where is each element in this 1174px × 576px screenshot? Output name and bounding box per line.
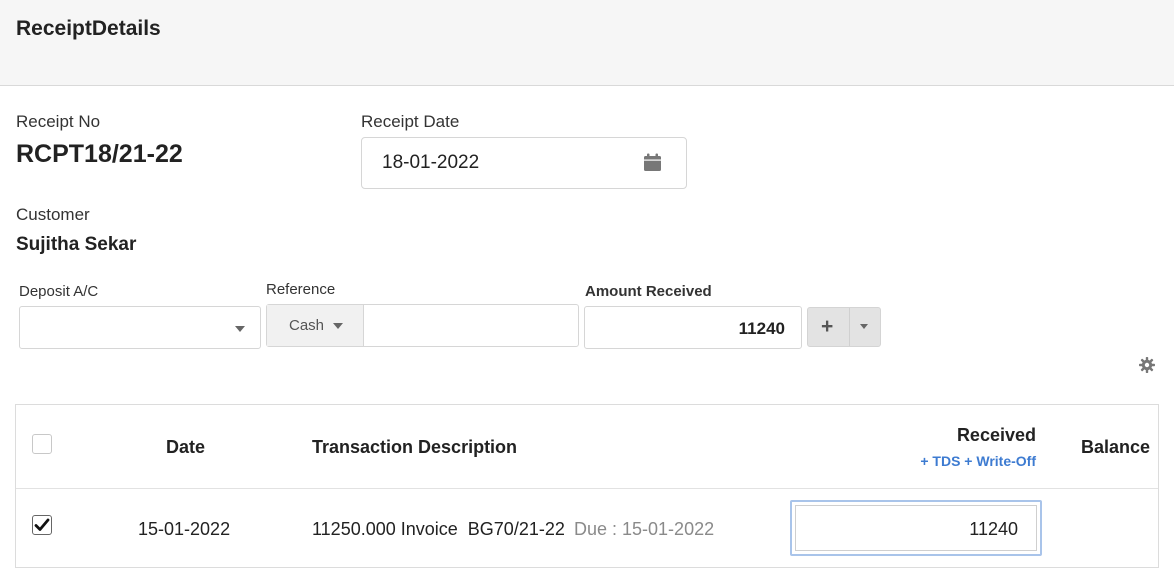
select-all-checkbox[interactable] <box>32 434 52 454</box>
calendar-icon[interactable] <box>643 153 662 172</box>
amount-received-label: Amount Received <box>585 283 712 300</box>
receipt-date-value: 18-01-2022 <box>382 152 480 173</box>
row-received-value: 11240 <box>969 519 1018 539</box>
row-due-date: Due : 15-01-2022 <box>574 519 715 539</box>
receipt-date-field[interactable]: 18-01-2022 <box>361 137 687 189</box>
add-button[interactable]: + <box>808 308 850 346</box>
header-date: Date <box>166 437 206 457</box>
header-received: Received <box>956 425 1036 445</box>
reference-label: Reference <box>266 281 336 298</box>
page-header: ReceiptDetails <box>0 0 1174 86</box>
row-checkbox[interactable] <box>32 515 52 535</box>
add-dropdown-button[interactable] <box>850 308 880 346</box>
gear-icon[interactable] <box>1139 357 1155 373</box>
transactions-table: Date Transaction Description Received + … <box>15 404 1159 568</box>
reference-group: Cash <box>266 304 579 347</box>
receipt-no-label: Receipt No <box>16 112 101 131</box>
header-description: Transaction Description <box>312 437 518 457</box>
header-balance: Balance <box>1081 437 1151 457</box>
receipt-no-value: RCPT18/21-22 <box>16 140 183 168</box>
caret-down-icon <box>333 323 343 329</box>
receipt-date-label: Receipt Date <box>361 112 460 131</box>
check-icon <box>34 518 50 531</box>
row-received-input[interactable]: 11240 <box>790 500 1042 556</box>
row-date: 15-01-2022 <box>138 519 231 539</box>
amount-received-value: 11240 <box>738 319 785 338</box>
add-split-button-group: + <box>807 307 881 347</box>
table-header: Date Transaction Description Received + … <box>16 405 1158 489</box>
customer-label: Customer <box>16 205 90 224</box>
deposit-account-select[interactable] <box>19 306 261 349</box>
page-title: ReceiptDetails <box>16 17 161 40</box>
table-row: 15-01-2022 11250.000 Invoice BG70/21-22 … <box>16 490 1158 568</box>
deposit-label: Deposit A/C <box>19 283 99 300</box>
payment-mode-dropdown[interactable]: Cash <box>267 305 364 346</box>
amount-received-input[interactable]: 11240 <box>584 306 802 349</box>
customer-name: Sujitha Sekar <box>16 234 137 255</box>
caret-down-icon <box>235 326 245 332</box>
plus-icon: + <box>821 315 834 338</box>
row-description: 11250.000 Invoice BG70/21-22 <box>312 519 565 539</box>
row-received-field: 11240 <box>795 505 1037 551</box>
caret-down-icon <box>860 324 868 329</box>
reference-input[interactable] <box>365 305 578 346</box>
payment-mode-value: Cash <box>289 317 325 334</box>
tds-writeoff-link[interactable]: + TDS + Write-Off <box>920 453 1036 469</box>
